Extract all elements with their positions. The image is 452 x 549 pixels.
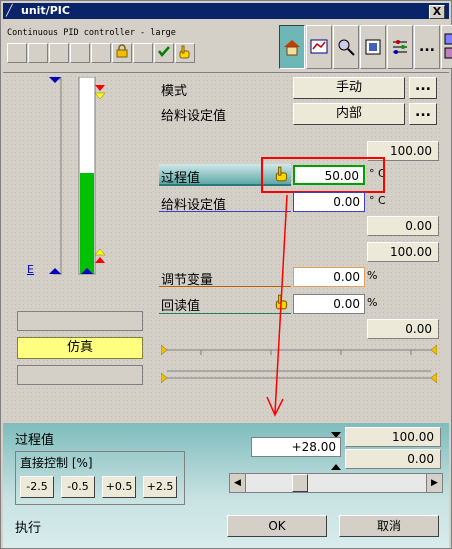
blank-button-6[interactable] <box>133 43 153 63</box>
rb-label: 回读值 <box>161 299 201 314</box>
mv-value-field: 0.00 <box>293 267 365 287</box>
operation-panel: 过程值 直接控制 [%] -2.5 -0.5 +0.5 +2.5 +28.00 … <box>3 423 449 548</box>
pv-label: 过程值 <box>161 171 201 186</box>
more-icon[interactable]: ... <box>414 25 440 69</box>
step-minus-0-5-button[interactable]: -0.5 <box>61 476 95 498</box>
manual-value-input[interactable]: +28.00 <box>251 437 341 457</box>
lock-icon[interactable] <box>112 43 132 63</box>
blank-button-4[interactable] <box>70 43 90 63</box>
step-plus-2-5-button[interactable]: +2.5 <box>143 476 177 498</box>
slider-thumb[interactable] <box>291 474 308 492</box>
close-button[interactable]: X <box>429 5 445 19</box>
execute-label: 执行 <box>15 521 42 536</box>
mode-button[interactable]: 手动 <box>293 77 405 99</box>
status-box-2 <box>17 365 143 385</box>
step-plus-0-5-button[interactable]: +0.5 <box>102 476 136 498</box>
cancel-button[interactable]: 取消 <box>339 515 439 537</box>
parameter-icon[interactable] <box>360 25 386 69</box>
sp-low-limit: 0.00 <box>367 216 439 236</box>
out-high-limit: 100.00 <box>367 242 439 262</box>
sp-track <box>160 341 438 359</box>
faceplate-header: Continuous PID controller - large ... <box>3 21 452 73</box>
annotation-arrow <box>265 191 295 423</box>
direct-control-group: 直接控制 [%] -2.5 -0.5 +0.5 +2.5 <box>15 451 185 505</box>
direct-control-label: 直接控制 [%] <box>20 456 93 470</box>
hand-icon[interactable] <box>175 43 195 63</box>
sp-unit: ° C <box>369 194 386 207</box>
checkmark-icon[interactable] <box>154 43 174 63</box>
slider-right-arrow[interactable]: ▶ <box>426 474 442 492</box>
loop-icon[interactable] <box>387 25 413 69</box>
window-icon: ╱ <box>6 4 13 17</box>
max-value: 100.00 <box>345 427 441 447</box>
sp-value-field[interactable]: 0.00 <box>293 192 365 212</box>
blank-button-2[interactable] <box>28 43 48 63</box>
rb-unit: % <box>367 296 378 309</box>
operation-title: 过程值 <box>15 433 55 448</box>
view-icon-bar: ... <box>279 25 452 69</box>
bar-graph <box>37 76 107 277</box>
step-minus-2-5-button[interactable]: -2.5 <box>20 476 54 498</box>
magnify-icon[interactable] <box>333 25 359 69</box>
slider-left-arrow[interactable]: ◀ <box>230 474 246 492</box>
blank-button-1[interactable] <box>7 43 27 63</box>
faceplate-window: ╱ unit/PIC X Continuous PID controller -… <box>0 0 452 549</box>
mode-label: 模式 <box>161 84 188 99</box>
sp-source-more-button[interactable]: ... <box>409 103 437 125</box>
min-value: 0.00 <box>345 449 441 469</box>
mode-more-button[interactable]: ... <box>409 77 437 99</box>
status-box-1 <box>17 311 143 331</box>
home-icon[interactable] <box>279 25 305 69</box>
sp-source-label: 给料设定值 <box>161 109 227 124</box>
manual-slider[interactable]: ◀ ▶ <box>229 473 443 493</box>
mv-track <box>160 369 438 387</box>
trend-icon[interactable] <box>306 25 332 69</box>
title-bar[interactable]: ╱ unit/PIC X <box>3 3 449 19</box>
sp-source-button[interactable]: 内部 <box>293 103 405 125</box>
blank-button-5[interactable] <box>91 43 111 63</box>
mv-unit: % <box>367 269 378 282</box>
out-low-limit: 0.00 <box>367 319 439 339</box>
ok-button[interactable]: OK <box>227 515 327 537</box>
window-title: unit/PIC <box>21 4 70 17</box>
small-button-row <box>7 43 196 63</box>
rb-value-field: 0.00 <box>293 294 365 314</box>
scale-label[interactable]: E <box>27 263 34 276</box>
faceplate-subtitle: Continuous PID controller - large <box>7 28 176 38</box>
batch-icon[interactable] <box>441 25 452 69</box>
pv-red-highlight <box>261 157 385 193</box>
simulate-button[interactable]: 仿真 <box>17 337 143 359</box>
min-marker-icon <box>331 459 341 473</box>
blank-button-3[interactable] <box>49 43 69 63</box>
